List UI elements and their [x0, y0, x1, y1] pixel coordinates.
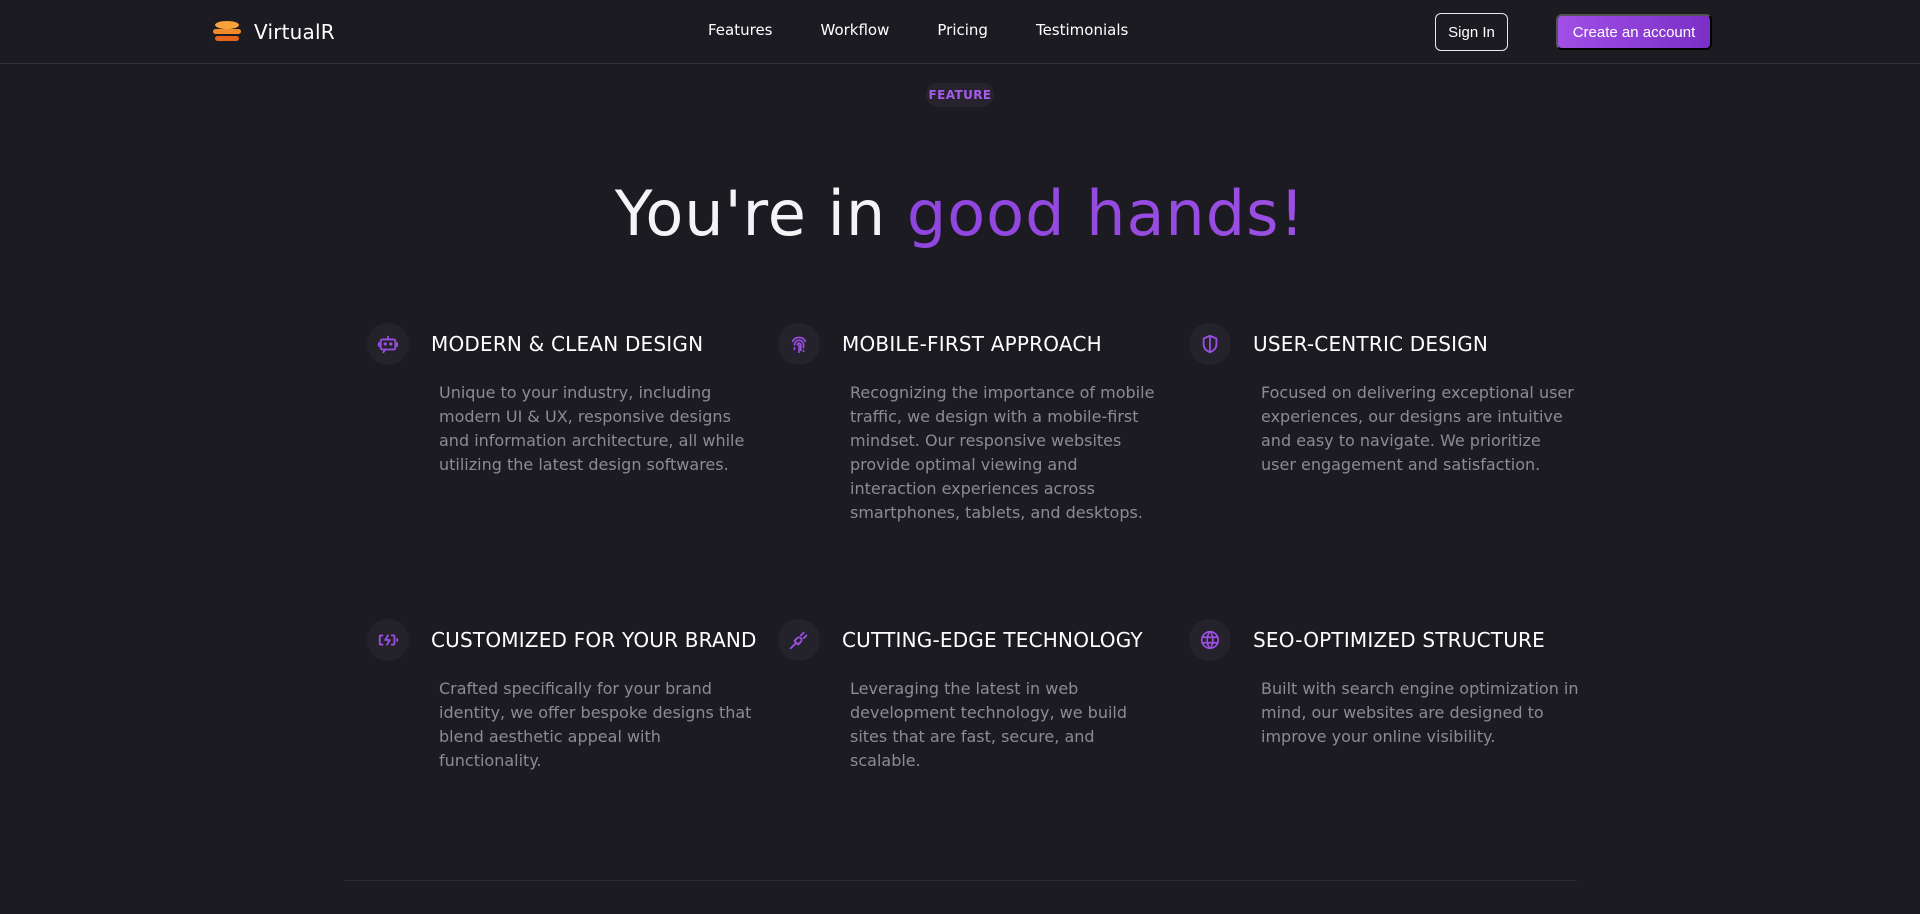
- feature-description: Leveraging the latest in web development…: [850, 679, 1128, 770]
- feature-title: CUTTING-EDGE TECHNOLOGY: [842, 628, 1143, 652]
- nav-link-workflow[interactable]: Workflow: [821, 21, 890, 39]
- section-divider: [345, 880, 1577, 881]
- sign-in-button[interactable]: Sign In: [1435, 13, 1508, 51]
- nav-link-testimonials[interactable]: Testimonials: [1036, 21, 1128, 39]
- headline-accent-text: good hands!: [906, 177, 1306, 250]
- top-navbar: VirtualR Features Workflow Pricing Testi…: [0, 0, 1920, 64]
- section-headline: You're in good hands!: [0, 176, 1920, 252]
- nav-link-pricing[interactable]: Pricing: [937, 21, 988, 39]
- feature-title: CUSTOMIZED FOR YOUR BRAND: [431, 628, 757, 652]
- battery-charging-icon: [367, 619, 409, 661]
- section-eyebrow-badge: FEATURE: [926, 83, 994, 107]
- brand-name: VirtualR: [254, 20, 335, 44]
- chatbot-icon: [367, 323, 409, 365]
- plug-icon: [778, 619, 820, 661]
- feature-title: MODERN & CLEAN DESIGN: [431, 332, 704, 356]
- feature-title: MOBILE-FIRST APPROACH: [842, 332, 1102, 356]
- feature-description: Focused on delivering exceptional user e…: [1261, 383, 1574, 474]
- shield-icon: [1189, 323, 1231, 365]
- fingerprint-icon: [778, 323, 820, 365]
- primary-nav: Features Workflow Pricing Testimonials: [708, 21, 1128, 39]
- feature-title: SEO-OPTIMIZED STRUCTURE: [1253, 628, 1545, 652]
- feature-description: Unique to your industry, including moder…: [439, 383, 745, 474]
- nav-link-features[interactable]: Features: [708, 21, 773, 39]
- layered-disc-logo-icon: [213, 21, 241, 41]
- headline-plain-text: You're in: [614, 177, 907, 250]
- feature-description: Crafted specifically for your brand iden…: [439, 679, 752, 770]
- feature-description: Recognizing the importance of mobile tra…: [850, 383, 1155, 522]
- brand[interactable]: VirtualR: [210, 18, 335, 46]
- create-account-button[interactable]: Create an account: [1556, 14, 1712, 50]
- feature-description: Built with search engine optimization in…: [1261, 679, 1579, 746]
- globe-icon: [1189, 619, 1231, 661]
- feature-title: USER-CENTRIC DESIGN: [1253, 332, 1489, 356]
